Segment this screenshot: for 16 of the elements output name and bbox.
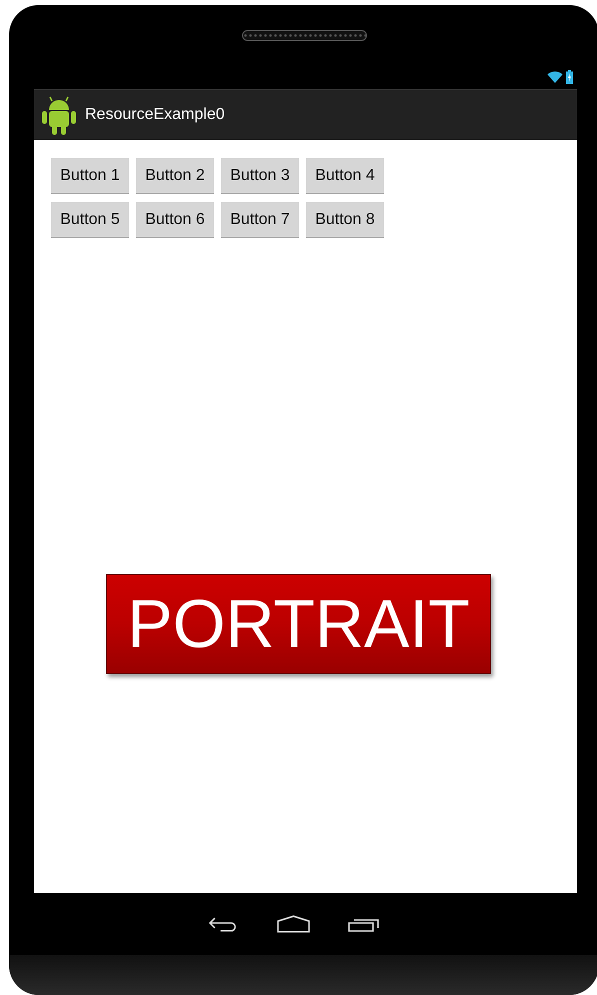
recent-apps-icon[interactable]	[348, 916, 380, 932]
button[interactable]: Button 6	[136, 202, 214, 238]
button[interactable]: Button 7	[221, 202, 299, 238]
android-robot-icon	[41, 95, 77, 135]
button[interactable]: Button 3	[221, 158, 299, 194]
button[interactable]: Button 2	[136, 158, 214, 194]
button[interactable]: Button 5	[51, 202, 129, 238]
home-icon[interactable]	[277, 915, 310, 933]
back-icon[interactable]	[208, 916, 239, 932]
portrait-button[interactable]: PORTRAIT	[106, 574, 491, 674]
wifi-icon	[547, 71, 563, 83]
button[interactable]: Button 4	[306, 158, 384, 194]
battery-charging-icon	[566, 70, 573, 84]
app-title: ResourceExample0	[85, 106, 225, 124]
button[interactable]: Button 1	[51, 158, 129, 194]
button[interactable]: Button 8	[306, 202, 384, 238]
